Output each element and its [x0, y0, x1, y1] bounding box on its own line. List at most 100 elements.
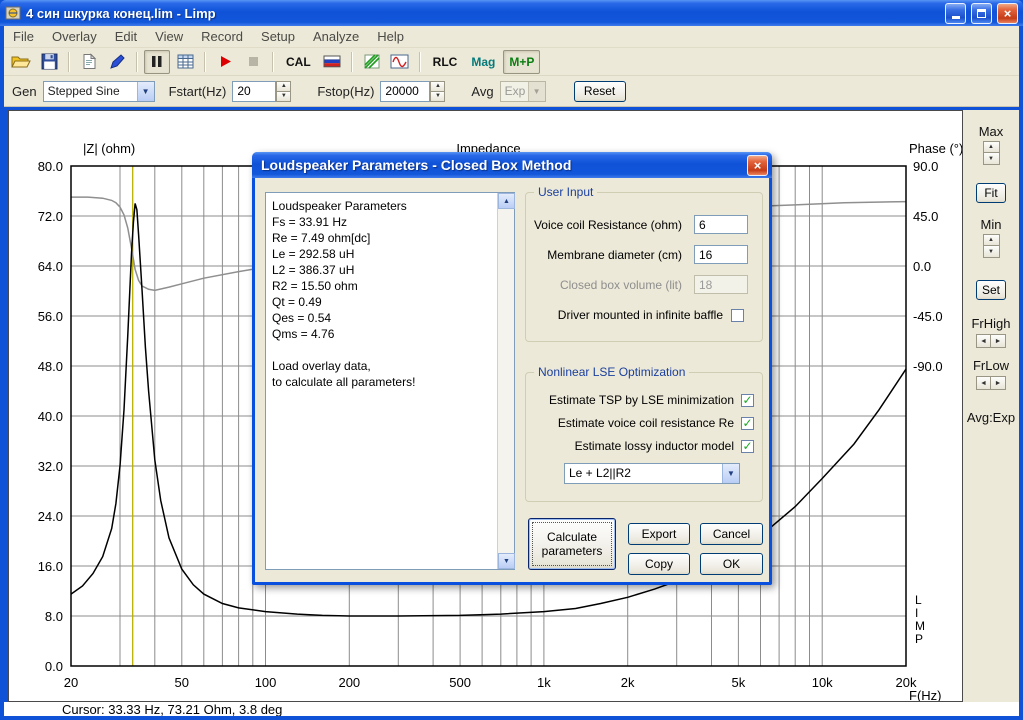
results-scrollbar[interactable]: ▲ ▼: [497, 193, 515, 569]
generator-type-value: Stepped Sine: [47, 83, 120, 98]
svg-text:F(Hz): F(Hz): [909, 688, 942, 701]
dialog-titlebar[interactable]: Loudspeaker Parameters - Closed Box Meth…: [252, 152, 772, 178]
titlebar[interactable]: 4 син шкурка конец.lim - Limp ×: [0, 0, 1023, 26]
save-file-button[interactable]: [36, 50, 62, 74]
parameters-results-list[interactable]: Loudspeaker Parameters Fs = 33.91 Hz Re …: [265, 192, 515, 570]
calibrate-button[interactable]: CAL: [280, 50, 317, 74]
start-measurement-button[interactable]: [212, 50, 238, 74]
arrow-left-icon[interactable]: ◄: [976, 334, 991, 348]
spin-down-icon[interactable]: ▼: [982, 153, 1000, 165]
infinite-baffle-label: Driver mounted in infinite baffle: [557, 308, 723, 322]
frlow-label: FrLow: [972, 358, 1010, 373]
stop-measurement-button[interactable]: [240, 50, 266, 74]
fit-button[interactable]: Fit: [976, 183, 1006, 203]
estimate-tsp-checkbox[interactable]: [741, 393, 754, 407]
lossy-inductor-checkbox[interactable]: [741, 439, 754, 453]
spin-down-icon[interactable]: ▼: [276, 91, 292, 102]
spin-down-icon[interactable]: ▼: [430, 91, 446, 102]
language-flag-button[interactable]: [319, 50, 345, 74]
calculate-parameters-button[interactable]: Calculate parameters: [528, 518, 616, 570]
svg-text:24.0: 24.0: [38, 509, 63, 524]
user-input-group-title: User Input: [534, 185, 598, 199]
toolbar-separator: [204, 51, 206, 72]
frlow-arrows: ◄ ►: [976, 376, 1006, 390]
arrow-left-icon[interactable]: ◄: [976, 376, 991, 390]
copy-graph-button[interactable]: [76, 50, 102, 74]
cancel-button[interactable]: Cancel: [700, 523, 763, 545]
averaging-select[interactable]: Exp ▼: [499, 80, 546, 102]
fstop-input[interactable]: [380, 80, 431, 102]
table-view-button[interactable]: [172, 50, 198, 74]
spin-down-icon[interactable]: ▼: [982, 246, 1000, 258]
svg-text:5k: 5k: [732, 675, 746, 690]
open-file-button[interactable]: [8, 50, 34, 74]
page-icon: [83, 53, 97, 69]
inductor-model-select[interactable]: Le + L2||R2 ▼: [564, 463, 740, 484]
menu-view[interactable]: View: [146, 26, 192, 48]
magnitude-phase-mode-button[interactable]: M+P: [503, 49, 541, 74]
membrane-diameter-input[interactable]: [694, 245, 748, 264]
ok-button[interactable]: OK: [700, 553, 763, 575]
minimize-button[interactable]: [945, 2, 966, 24]
window-title: 4 син шкурка конец.lim - Limp: [26, 5, 216, 21]
lse-group-title: Nonlinear LSE Optimization: [534, 365, 690, 379]
menu-record[interactable]: Record: [192, 26, 252, 48]
reset-button[interactable]: Reset: [573, 80, 626, 102]
svg-text:I: I: [915, 606, 918, 620]
menu-overlay[interactable]: Overlay: [43, 26, 106, 48]
menu-analyze[interactable]: Analyze: [304, 26, 368, 48]
sine-signal-button[interactable]: [387, 50, 413, 74]
close-button[interactable]: ×: [997, 2, 1018, 24]
svg-text:48.0: 48.0: [38, 359, 63, 374]
maximize-button[interactable]: [971, 2, 992, 24]
gen-label: Gen: [12, 83, 37, 99]
menu-edit[interactable]: Edit: [106, 26, 146, 48]
tricolor-flag-icon: [323, 55, 341, 68]
infinite-baffle-checkbox[interactable]: [731, 308, 744, 322]
spin-up-icon[interactable]: ▲: [982, 234, 1000, 246]
toolbar: CAL RLC Mag M+P: [4, 48, 1019, 76]
svg-text:P: P: [915, 632, 923, 646]
dialog-close-button[interactable]: ×: [747, 154, 768, 176]
right-control-panel: Max ▲ ▼ Fit Min ▲ ▼ Set FrHigh ◄ ► FrLow…: [963, 110, 1019, 702]
chevron-down-icon: ▼: [527, 81, 545, 101]
spin-up-icon[interactable]: ▲: [982, 141, 1000, 153]
rlc-mode-button[interactable]: RLC: [427, 50, 464, 74]
stop-icon: [248, 57, 258, 66]
min-spinner: ▲ ▼: [982, 234, 1000, 258]
svg-text:10k: 10k: [812, 675, 833, 690]
fstop-spinner: ▲ ▼: [430, 80, 446, 102]
toolbar-separator: [272, 51, 274, 72]
svg-text:-45.0: -45.0: [913, 309, 943, 324]
menu-setup[interactable]: Setup: [252, 26, 304, 48]
arrow-right-icon[interactable]: ►: [991, 376, 1006, 390]
svg-text:100: 100: [255, 675, 277, 690]
set-button[interactable]: Set: [976, 280, 1006, 300]
svg-text:32.0: 32.0: [38, 459, 63, 474]
voice-coil-resistance-input[interactable]: [694, 215, 748, 234]
generator-type-select[interactable]: Stepped Sine ▼: [42, 80, 155, 102]
spin-up-icon[interactable]: ▲: [430, 80, 446, 92]
estimate-tsp-label: Estimate TSP by LSE minimization: [549, 393, 734, 407]
menu-file[interactable]: File: [4, 26, 43, 48]
menu-help[interactable]: Help: [368, 26, 413, 48]
estimate-re-checkbox[interactable]: [741, 416, 754, 430]
svg-text:0.0: 0.0: [45, 659, 63, 674]
menubar: File Overlay Edit View Record Setup Anal…: [4, 26, 1019, 48]
svg-text:M: M: [915, 619, 925, 633]
closed-box-volume-input[interactable]: [694, 275, 748, 294]
copy-button[interactable]: Copy: [628, 553, 690, 575]
scroll-down-icon[interactable]: ▼: [498, 553, 515, 569]
overlay-hatch-button[interactable]: [359, 50, 385, 74]
inductor-model-value: Le + L2||R2: [569, 466, 631, 480]
svg-text:45.0: 45.0: [913, 209, 938, 224]
scroll-up-icon[interactable]: ▲: [498, 193, 515, 209]
arrow-right-icon[interactable]: ►: [991, 334, 1006, 348]
edit-marker-button[interactable]: [104, 50, 130, 74]
spin-up-icon[interactable]: ▲: [276, 80, 292, 92]
export-button[interactable]: Export: [628, 523, 690, 545]
magnitude-mode-button[interactable]: Mag: [465, 50, 501, 74]
svg-text:200: 200: [338, 675, 360, 690]
pause-button[interactable]: [144, 49, 170, 74]
fstart-input[interactable]: [232, 80, 277, 102]
